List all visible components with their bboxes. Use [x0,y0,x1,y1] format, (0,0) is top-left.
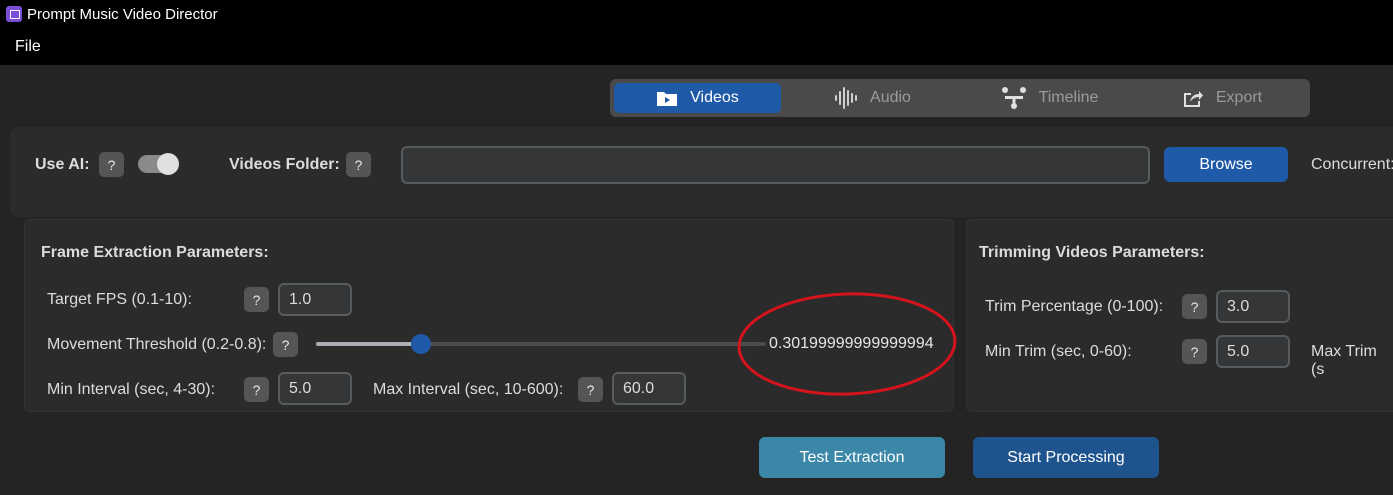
trim-percentage-input[interactable] [1216,290,1290,323]
min-interval-input[interactable] [278,372,352,405]
max-interval-label: Max Interval (sec, 10-600): [373,381,564,398]
browse-button[interactable]: Browse [1164,147,1288,182]
tab-timeline[interactable]: Timeline [962,83,1137,113]
annotation-ellipse [737,292,957,396]
target-fps-input[interactable] [278,283,352,316]
use-ai-toggle-knob[interactable] [157,153,179,175]
target-fps-help-button[interactable]: ? [244,287,269,312]
tab-export-label: Export [1215,89,1263,106]
movement-threshold-slider-fill [316,342,421,346]
movement-threshold-label: Movement Threshold (0.2-0.8): [47,336,267,353]
app-icon [6,6,22,22]
concurrent-label: Concurrent: [1311,156,1393,173]
target-fps-label: Target FPS (0.1-10): [47,291,192,308]
tab-videos-label: Videos [690,89,739,106]
min-trim-input[interactable] [1216,335,1290,368]
trimming-title: Trimming Videos Parameters: [979,244,1205,261]
menu-file[interactable]: File [15,38,41,56]
max-interval-input[interactable] [612,372,686,405]
max-interval-help-button[interactable]: ? [578,377,603,402]
tab-audio-label: Audio [870,89,911,106]
min-interval-label: Min Interval (sec, 4-30): [47,381,216,398]
trim-percentage-help-button[interactable]: ? [1182,294,1207,319]
frame-extraction-title: Frame Extraction Parameters: [41,244,269,261]
timeline-icon [1001,87,1026,109]
tab-timeline-label: Timeline [1038,89,1099,106]
tab-export[interactable]: Export [1137,83,1307,113]
start-processing-button[interactable]: Start Processing [973,437,1159,478]
videos-folder-help-button[interactable]: ? [346,152,371,177]
test-extraction-button[interactable]: Test Extraction [759,437,945,478]
use-ai-label: Use AI: [35,156,90,173]
tab-audio[interactable]: Audio [785,83,960,113]
audio-waveform-icon [835,87,858,109]
min-interval-help-button[interactable]: ? [244,377,269,402]
videos-folder-label: Videos Folder: [229,156,340,173]
tab-videos[interactable]: Videos [614,83,781,113]
min-trim-help-button[interactable]: ? [1182,339,1207,364]
max-trim-label: Max Trim (s [1311,343,1377,378]
movement-threshold-slider-handle[interactable] [410,334,431,354]
video-folder-icon [657,92,678,106]
trim-percentage-label: Trim Percentage (0-100): [985,298,1164,315]
use-ai-help-button[interactable]: ? [99,152,124,177]
videos-folder-input[interactable] [401,146,1150,184]
export-icon [1183,91,1203,107]
movement-threshold-help-button[interactable]: ? [273,332,298,357]
menu-bar [0,31,1393,65]
min-trim-label: Min Trim (sec, 0-60): [985,343,1132,360]
window-title: Prompt Music Video Director [27,6,218,23]
